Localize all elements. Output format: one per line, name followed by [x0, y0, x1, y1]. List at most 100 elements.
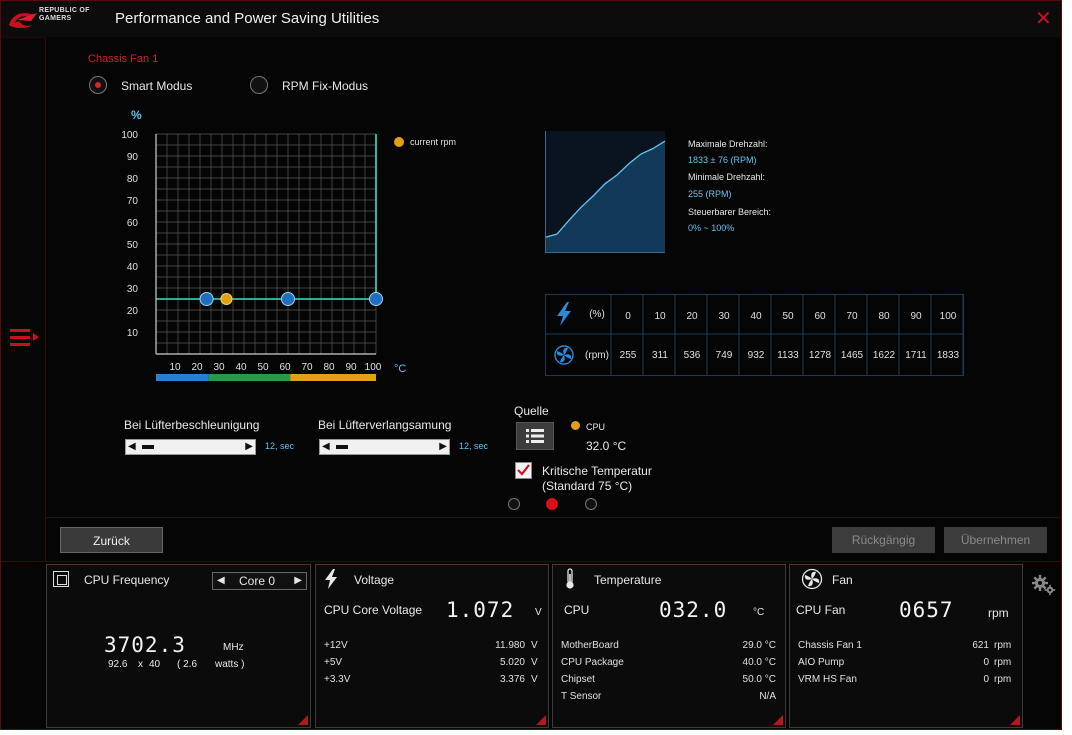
- source-sensor: CPU: [586, 422, 606, 432]
- fan-title: Chassis Fan 1: [88, 53, 159, 65]
- undo-button[interactable]: Rückgängig: [832, 527, 935, 553]
- y-tick-label: 80: [127, 174, 139, 185]
- cpu-mult-x: x: [138, 659, 143, 670]
- temperature-zone-bar: [290, 374, 376, 381]
- smart-mode-radio[interactable]: [89, 76, 107, 94]
- rpm-cell: 749: [715, 350, 733, 361]
- core-selector[interactable]: ◀ Core 0 ▶: [212, 572, 307, 590]
- fan-row-unit: rpm: [994, 640, 1012, 651]
- back-button[interactable]: Zurück: [60, 527, 163, 553]
- cpu-fan-label: CPU Fan: [796, 603, 846, 617]
- pct-cell: 80: [878, 311, 890, 322]
- cpu-mult-a: 92.6: [108, 659, 128, 670]
- left-rail: [1, 37, 45, 561]
- x-tick-label: 40: [235, 362, 247, 373]
- x-tick-label: 100: [365, 362, 382, 373]
- temperature-row-label: CPU Package: [561, 657, 624, 668]
- thermometer-icon: [566, 568, 574, 589]
- voltage-row-label: +5V: [324, 657, 343, 668]
- cpu-frequency-value: 3702.3: [104, 633, 186, 657]
- critical-temp-checkbox[interactable]: [515, 462, 532, 479]
- x-tick-label: 30: [213, 362, 225, 373]
- fan-row-value: 0: [983, 674, 989, 685]
- arrow-right-icon[interactable]: ▶: [245, 441, 253, 453]
- voltage-row-unit: V: [531, 640, 538, 651]
- rpm-cell: 1622: [872, 350, 896, 361]
- fan-curve-chart[interactable]: 10 20 30 40 50 60 70 80 90 100 10 20 30 40 50 60 70 80 90 1…: [111, 101, 521, 391]
- arrow-left-icon[interactable]: ◀: [217, 575, 225, 586]
- voltage-row-value: 3.376: [499, 674, 525, 685]
- pct-cell: 100: [939, 311, 957, 322]
- slider-thumb[interactable]: [336, 445, 348, 449]
- cpu-watts: ( 2.6: [177, 659, 198, 670]
- pct-cell: 0: [625, 311, 631, 322]
- y-axis-label: %: [131, 108, 142, 122]
- max-rpm-value: 1833 ± 76 (RPM): [688, 155, 757, 165]
- fan-icon: [801, 568, 823, 590]
- y-tick-label: 60: [127, 218, 139, 229]
- arrow-left-icon[interactable]: ◀: [128, 441, 136, 453]
- decel-value: 12, sec: [459, 441, 489, 451]
- core-voltage-value: 1.072: [446, 598, 515, 622]
- curve-control-point[interactable]: [281, 292, 295, 306]
- apply-button[interactable]: Übernehmen: [944, 527, 1047, 553]
- temperature-row-label: Chipset: [561, 674, 595, 685]
- cpu-temp-value: 032.0: [659, 598, 728, 622]
- x-tick-label: 60: [279, 362, 291, 373]
- x-tick-label: 80: [323, 362, 335, 373]
- rpm-table: (%) (rpm) 0 255 10 311 20 536 30 749 40 932 50 1133 60…: [545, 294, 964, 376]
- cpu-icon: [53, 571, 69, 587]
- expand-corner-icon[interactable]: [773, 715, 783, 725]
- accel-slider[interactable]: ◀ ▶: [125, 439, 256, 455]
- rpm-cell: 1278: [808, 350, 832, 361]
- close-icon[interactable]: ✕: [1035, 9, 1052, 29]
- fan-icon: [554, 345, 574, 365]
- curve-control-point[interactable]: [369, 292, 383, 306]
- cpu-card-title: CPU Frequency: [84, 573, 170, 587]
- arrow-right-icon[interactable]: ▶: [294, 575, 302, 586]
- rpm-cell: 1465: [840, 350, 864, 361]
- y-tick-label: 20: [127, 306, 139, 317]
- rpm-fix-mode-radio[interactable]: [250, 76, 268, 94]
- arrow-right-icon[interactable]: ▶: [439, 441, 447, 453]
- expand-corner-icon[interactable]: [536, 715, 546, 725]
- pct-cell: 10: [654, 311, 666, 322]
- gear-icon[interactable]: [1031, 574, 1057, 596]
- fan-card-title: Fan: [832, 573, 853, 587]
- voltage-row-label: +3.3V: [324, 674, 351, 685]
- y-tick-label: 30: [127, 284, 139, 295]
- menu-icon[interactable]: [10, 327, 40, 347]
- x-axis-label: °C: [394, 363, 406, 375]
- arrow-left-icon[interactable]: ◀: [322, 441, 330, 453]
- critical-temp-default: (Standard 75 °C): [542, 479, 633, 493]
- pct-cell: 70: [846, 311, 858, 322]
- rpm-cell: 255: [619, 350, 637, 361]
- voltage-row-unit: V: [531, 674, 538, 685]
- curve-control-point[interactable]: [199, 292, 214, 306]
- y-tick-label: 100: [121, 130, 138, 141]
- pct-cell: 40: [750, 311, 762, 322]
- rpm-cell: 536: [683, 350, 701, 361]
- decel-slider[interactable]: ◀ ▶: [319, 439, 450, 455]
- x-tick-label: 50: [257, 362, 269, 373]
- smart-mode-label: Smart Modus: [121, 79, 193, 93]
- decel-label: Bei Lüfterverlangsamung: [318, 418, 452, 432]
- page-dot-3[interactable]: [585, 498, 597, 510]
- rpm-cell: 1133: [777, 350, 799, 361]
- source-select-button[interactable]: [516, 422, 554, 450]
- rpm-fix-mode-label: RPM Fix-Modus: [282, 79, 369, 93]
- pct-cell: 50: [782, 311, 794, 322]
- rpm-cell: 1711: [905, 350, 927, 361]
- rpm-cell: 311: [652, 350, 668, 361]
- x-tick-label: 20: [191, 362, 203, 373]
- slider-thumb[interactable]: [142, 445, 154, 449]
- max-rpm-label: Maximale Drehzahl:: [688, 139, 768, 149]
- fan-row-label: VRM HS Fan: [798, 674, 857, 685]
- expand-corner-icon[interactable]: [1010, 715, 1020, 725]
- page-dot-2[interactable]: [546, 498, 558, 510]
- voltage-row-unit: V: [531, 657, 538, 668]
- expand-corner-icon[interactable]: [298, 715, 308, 725]
- page-dot-1[interactable]: [508, 498, 520, 510]
- temperature-card-title: Temperature: [594, 573, 662, 587]
- voltage-row-value: 11.980: [495, 640, 525, 651]
